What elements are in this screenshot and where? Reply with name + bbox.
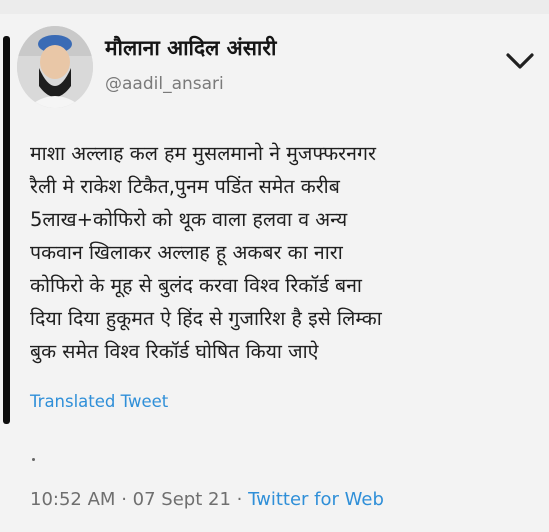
- left-marker-bar: [3, 36, 10, 424]
- tweet-line: पकवान खिलाकर अल्लाह हू अकबर का नारा: [30, 241, 343, 264]
- display-name[interactable]: मौलाना आदिल अंसारी: [105, 34, 276, 62]
- tweet-line: दिया दिया हुकूमत ऐ हिंद से गुजारिश है इस…: [30, 307, 382, 330]
- user-handle[interactable]: @aadil_ansari: [105, 74, 224, 94]
- tweet-line: बुक समेत विश्व रिकॉर्ड घोषित किया जाऐ: [30, 340, 319, 363]
- tweet-line: कोफिरो के मूह से बुलंद करवा विश्व रिकॉर्…: [30, 274, 362, 297]
- tweet-line: माशा अल्लाह कल हम मुसलमानो ने मुजफ्फरनगर: [30, 142, 376, 165]
- tweet-date[interactable]: 07 Sept 21: [133, 489, 231, 510]
- avatar[interactable]: [17, 26, 93, 108]
- tweet-meta: 10:52 AM · 07 Sept 21 · Twitter for Web: [30, 489, 384, 510]
- meta-separator: ·: [121, 489, 127, 510]
- tweet-text: माशा अल्लाह कल हम मुसलमानो ने मुजफ्फरनगर…: [30, 137, 535, 368]
- tweet-time: 10:52 AM: [30, 489, 116, 510]
- tweet-line: 5लाख+कोफिरो को थूक वाला हलवा व अन्य: [30, 208, 348, 231]
- top-strip: ▔▔▔▔▔▔▔▔: [0, 0, 549, 14]
- separator-dot: [32, 458, 35, 461]
- tweet-source[interactable]: Twitter for Web: [248, 489, 384, 510]
- meta-separator: ·: [236, 489, 243, 510]
- translated-tweet-link[interactable]: Translated Tweet: [30, 392, 168, 411]
- tweet-line: रैली मे राकेश टिकैत,पुनम पडिंत समेत करीब: [30, 175, 340, 198]
- chevron-down-icon[interactable]: [505, 50, 535, 72]
- avatar-image: [17, 26, 93, 108]
- cropped-text-fragment: ▔▔▔▔▔▔▔▔: [150, 0, 255, 5]
